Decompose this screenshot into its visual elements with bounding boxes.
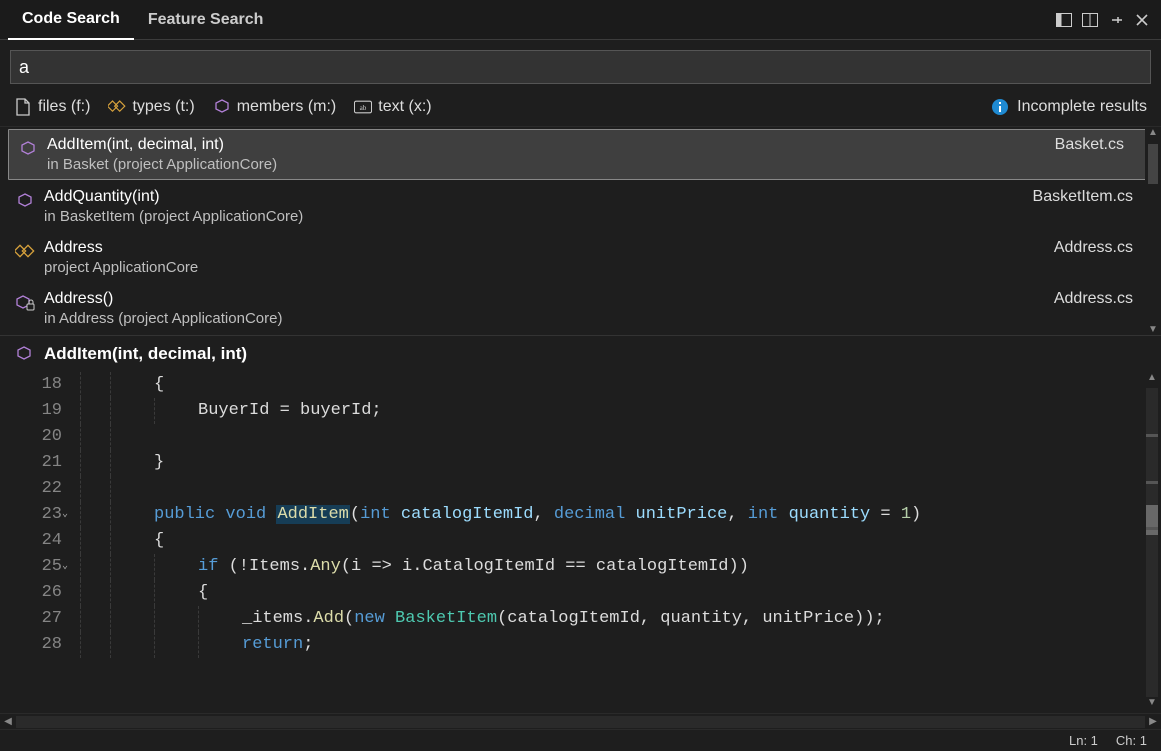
line-number: 22 xyxy=(0,476,62,502)
code-line xyxy=(80,424,1143,450)
result-title: AddQuantity(int) xyxy=(44,188,1147,206)
status-bar: Ln: 1 Ch: 1 xyxy=(0,729,1161,751)
result-title: AddItem(int, decimal, int) xyxy=(47,136,1144,154)
filter-text[interactable]: ab text (x:) xyxy=(354,98,431,116)
search-box[interactable] xyxy=(10,50,1151,84)
scroll-left-icon[interactable]: ◀ xyxy=(0,716,16,727)
window-controls xyxy=(1053,9,1161,31)
code-area[interactable]: {BuyerId = buyerId;}public void AddItem(… xyxy=(80,372,1143,713)
result-file: Address.cs xyxy=(1054,239,1133,257)
status-line: Ln: 1 xyxy=(1069,733,1098,748)
line-number: 24 xyxy=(0,528,62,554)
scroll-down-icon[interactable]: ▼ xyxy=(1147,697,1157,713)
code-line: BuyerId = buyerId; xyxy=(80,398,1143,424)
dock-split-icon[interactable] xyxy=(1079,9,1101,31)
result-subtitle: project ApplicationCore xyxy=(44,259,1147,276)
fold-icon[interactable]: ⌄ xyxy=(58,502,72,528)
code-line: { xyxy=(80,528,1143,554)
code-line: return; xyxy=(80,632,1143,658)
result-subtitle: in Address (project ApplicationCore) xyxy=(44,310,1147,327)
code-line: { xyxy=(80,372,1143,398)
result-file: Address.cs xyxy=(1054,290,1133,308)
filter-types[interactable]: types (t:) xyxy=(108,98,194,116)
type-icon xyxy=(14,241,36,263)
incomplete-results: Incomplete results xyxy=(991,98,1147,116)
code-editor[interactable]: 181920212223⌄2425⌄262728 {BuyerId = buye… xyxy=(0,372,1161,713)
horizontal-scrollbar[interactable]: ◀ ▶ xyxy=(0,713,1161,729)
filter-members[interactable]: members (m:) xyxy=(213,98,337,116)
result-item[interactable]: Address project ApplicationCore Address.cs xyxy=(0,233,1161,284)
member-icon xyxy=(14,190,36,212)
result-title: Address xyxy=(44,239,1147,257)
status-col: Ch: 1 xyxy=(1116,733,1147,748)
filter-files[interactable]: files (f:) xyxy=(14,98,90,116)
scroll-right-icon[interactable]: ▶ xyxy=(1145,716,1161,727)
result-title: Address() xyxy=(44,290,1147,308)
line-number: 23⌄ xyxy=(0,502,62,528)
close-icon[interactable] xyxy=(1131,9,1153,31)
code-line: } xyxy=(80,450,1143,476)
line-number: 27 xyxy=(0,606,62,632)
member-icon xyxy=(17,138,39,160)
tab-label: Feature Search xyxy=(148,11,264,29)
incomplete-label: Incomplete results xyxy=(1017,98,1147,116)
result-file: Basket.cs xyxy=(1055,136,1124,154)
line-number: 28 xyxy=(0,632,62,658)
line-number: 18 xyxy=(0,372,62,398)
dock-left-icon[interactable] xyxy=(1053,9,1075,31)
result-item[interactable]: AddQuantity(int) in BasketItem (project A… xyxy=(0,182,1161,233)
info-icon xyxy=(991,98,1009,116)
filter-label: text (x:) xyxy=(378,98,431,116)
filter-label: types (t:) xyxy=(132,98,194,116)
types-icon xyxy=(108,98,126,116)
result-item[interactable]: AddItem(int, decimal, int) in Basket (pro… xyxy=(8,129,1153,180)
line-number: 25⌄ xyxy=(0,554,62,580)
scroll-up-icon[interactable]: ▲ xyxy=(1147,372,1157,388)
search-input[interactable] xyxy=(19,57,1142,78)
code-line: { xyxy=(80,580,1143,606)
result-subtitle: in Basket (project ApplicationCore) xyxy=(47,156,1144,173)
vertical-scrollbar[interactable]: ▲ ▼ xyxy=(1143,372,1161,713)
line-number: 26 xyxy=(0,580,62,606)
line-number: 20 xyxy=(0,424,62,450)
code-line: _items.Add(new BasketItem(catalogItemId,… xyxy=(80,606,1143,632)
member-private-icon xyxy=(14,292,36,314)
tab-bar: Code Search Feature Search xyxy=(0,0,1161,40)
filter-bar: files (f:) types (t:) members (m:) ab te… xyxy=(0,92,1161,127)
results-list: AddItem(int, decimal, int) in Basket (pro… xyxy=(0,127,1161,336)
file-icon xyxy=(14,98,32,116)
results-scrollbar[interactable]: ▲▼ xyxy=(1145,127,1161,335)
gutter: 181920212223⌄2425⌄262728 xyxy=(0,372,80,713)
result-file: BasketItem.cs xyxy=(1033,188,1133,206)
tab-code-search[interactable]: Code Search xyxy=(8,0,134,40)
code-line: public void AddItem(int catalogItemId, d… xyxy=(80,502,1143,528)
text-icon: ab xyxy=(354,98,372,116)
code-line xyxy=(80,476,1143,502)
result-item[interactable]: Address() in Address (project Application… xyxy=(0,284,1161,335)
preview-header: AddItem(int, decimal, int) xyxy=(0,336,1161,372)
pin-icon[interactable] xyxy=(1105,9,1127,31)
result-subtitle: in BasketItem (project ApplicationCore) xyxy=(44,208,1147,225)
line-number: 21 xyxy=(0,450,62,476)
preview-title: AddItem(int, decimal, int) xyxy=(44,344,247,364)
tab-feature-search[interactable]: Feature Search xyxy=(134,0,278,40)
code-line: if (!Items.Any(i => i.CatalogItemId == c… xyxy=(80,554,1143,580)
svg-text:ab: ab xyxy=(360,104,367,112)
line-number: 19 xyxy=(0,398,62,424)
tab-label: Code Search xyxy=(22,10,120,28)
member-icon xyxy=(14,344,34,364)
filter-label: members (m:) xyxy=(237,98,337,116)
members-icon xyxy=(213,98,231,116)
fold-icon[interactable]: ⌄ xyxy=(58,554,72,580)
filter-label: files (f:) xyxy=(38,98,90,116)
